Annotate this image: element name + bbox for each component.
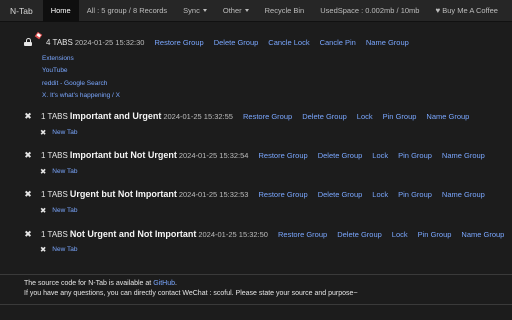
tab-link[interactable]: New Tab xyxy=(52,207,77,214)
tab-link[interactable]: YouTube xyxy=(42,65,120,78)
tab-link[interactable]: New Tab xyxy=(52,246,77,253)
cancel-pin-button[interactable]: Cancle Pin xyxy=(320,38,356,47)
group-tab-count: 1 TABS xyxy=(41,229,68,239)
remove-tab-icon[interactable]: ✖ xyxy=(40,206,46,215)
pin-group-button[interactable]: Pin Group xyxy=(383,112,417,121)
tab-link[interactable]: Extensions xyxy=(42,52,120,65)
nav-sync-dropdown[interactable]: Sync xyxy=(175,0,215,22)
nav-recycle-bin[interactable]: Recycle Bin xyxy=(257,0,313,22)
lock-button[interactable]: Lock xyxy=(392,230,408,239)
group-header: ✖ 1 TABS Urgent but Not Important 2024-0… xyxy=(24,187,485,201)
lock-icon[interactable] xyxy=(24,38,32,46)
delete-group-button[interactable]: Delete Group xyxy=(302,112,347,121)
close-icon[interactable]: ✖ xyxy=(24,112,32,121)
tab-row: ✖ New Tab xyxy=(40,243,77,255)
heart-icon: ♥ xyxy=(435,6,441,15)
group-header: ✖ 1 TABS Important and Urgent 2024-01-25… xyxy=(24,109,469,123)
group-date: 2024-01-25 15:32:53 xyxy=(178,189,249,199)
name-group-button[interactable]: Name Group xyxy=(426,112,469,121)
group-tab-count: 1 TABS xyxy=(41,189,68,199)
restore-group-button[interactable]: Restore Group xyxy=(258,190,307,199)
group-tab-count: 4 TABS xyxy=(46,37,73,47)
nav-other-dropdown[interactable]: Other xyxy=(215,0,257,22)
close-icon[interactable]: ✖ xyxy=(24,230,32,239)
tab-row: ✖ New Tab xyxy=(40,204,77,216)
top-navbar: N-Tab Home All : 5 group / 8 Records Syn… xyxy=(0,0,512,22)
group-header: ✖ 1 TABS Important but Not Urgent 2024-0… xyxy=(24,148,485,162)
group-date: 2024-01-25 15:32:55 xyxy=(163,111,233,121)
footer-source-suffix: . xyxy=(174,280,177,287)
nav-buy-coffee[interactable]: ♥ Buy Me A Coffee xyxy=(427,0,505,22)
nav-used-space: UsedSpace : 0.002mb / 10mb xyxy=(320,6,420,15)
delete-group-button[interactable]: Delete Group xyxy=(337,230,382,239)
delete-group-button[interactable]: Delete Group xyxy=(318,151,363,160)
restore-group-button[interactable]: Restore Group xyxy=(258,151,307,160)
remove-tab-icon[interactable]: ✖ xyxy=(40,245,46,254)
cancel-lock-button[interactable]: Cancle Lock xyxy=(268,38,309,47)
delete-group-button[interactable]: Delete Group xyxy=(318,190,363,199)
lock-button[interactable]: Lock xyxy=(372,151,388,160)
pin-group-button[interactable]: Pin Group xyxy=(398,151,432,160)
pin-icon xyxy=(34,32,43,40)
github-link[interactable]: GitHub xyxy=(153,280,175,287)
restore-group-button[interactable]: Restore Group xyxy=(278,230,327,239)
close-icon[interactable]: ✖ xyxy=(24,151,32,160)
nav-other-label: Other xyxy=(222,6,242,15)
group-date: 2024-01-25 15:32:54 xyxy=(178,150,249,160)
group-date: 2024-01-25 15:32:30 xyxy=(74,37,145,47)
group-tab-count: 1 TABS xyxy=(41,150,68,160)
footer-divider xyxy=(0,304,512,305)
close-icon[interactable]: ✖ xyxy=(24,190,32,199)
tab-link[interactable]: New Tab xyxy=(52,168,77,175)
name-group-button[interactable]: Name Group xyxy=(461,230,504,239)
nav-sync-label: Sync xyxy=(183,6,200,15)
group-name: Important and Urgent xyxy=(69,111,162,121)
nav-home[interactable]: Home xyxy=(42,0,79,22)
name-group-button[interactable]: Name Group xyxy=(366,38,409,47)
tab-link[interactable]: New Tab xyxy=(52,129,77,136)
group-tab-count: 1 TABS xyxy=(41,111,68,121)
tab-row: ✖ New Tab xyxy=(40,165,77,177)
tab-row: ✖ New Tab xyxy=(40,126,77,138)
restore-group-button[interactable]: Restore Group xyxy=(243,112,292,121)
remove-tab-icon[interactable]: ✖ xyxy=(40,167,46,176)
delete-group-button[interactable]: Delete Group xyxy=(214,38,259,47)
group-header: 4 TABS 2024-01-25 15:32:30 Restore Group… xyxy=(24,32,409,49)
pin-group-button[interactable]: Pin Group xyxy=(418,230,452,239)
footer-source-prefix: The source code for N-Tab is available a… xyxy=(24,280,152,287)
group-name: Not Urgent and Not Important xyxy=(69,229,197,239)
nav-buy-coffee-label: Buy Me A Coffee xyxy=(442,6,498,15)
restore-group-button[interactable]: Restore Group xyxy=(154,38,203,47)
brand-link[interactable]: N-Tab xyxy=(0,0,43,22)
tab-link[interactable]: X. It's what's happening / X xyxy=(42,90,120,103)
footer-contact-line: If you have any questions, you can direc… xyxy=(24,290,358,297)
nav-all-count[interactable]: All : 5 group / 8 Records xyxy=(79,0,175,22)
group-tab-list: Extensions YouTube reddit - Google Searc… xyxy=(42,52,120,102)
group-name: Urgent but Not Important xyxy=(69,189,177,199)
pin-group-button[interactable]: Pin Group xyxy=(398,190,432,199)
group-header: ✖ 1 TABS Not Urgent and Not Important 20… xyxy=(24,227,504,241)
group-date: 2024-01-25 15:32:50 xyxy=(198,229,268,239)
tab-link[interactable]: reddit - Google Search xyxy=(42,77,120,90)
lock-button[interactable]: Lock xyxy=(372,190,388,199)
lock-button[interactable]: Lock xyxy=(357,112,373,121)
name-group-button[interactable]: Name Group xyxy=(442,151,485,160)
footer: The source code for N-Tab is available a… xyxy=(0,274,512,300)
name-group-button[interactable]: Name Group xyxy=(442,190,485,199)
footer-source-line: The source code for N-Tab is available a… xyxy=(24,280,488,290)
remove-tab-icon[interactable]: ✖ xyxy=(40,128,46,137)
group-name: Important but Not Urgent xyxy=(69,150,177,160)
